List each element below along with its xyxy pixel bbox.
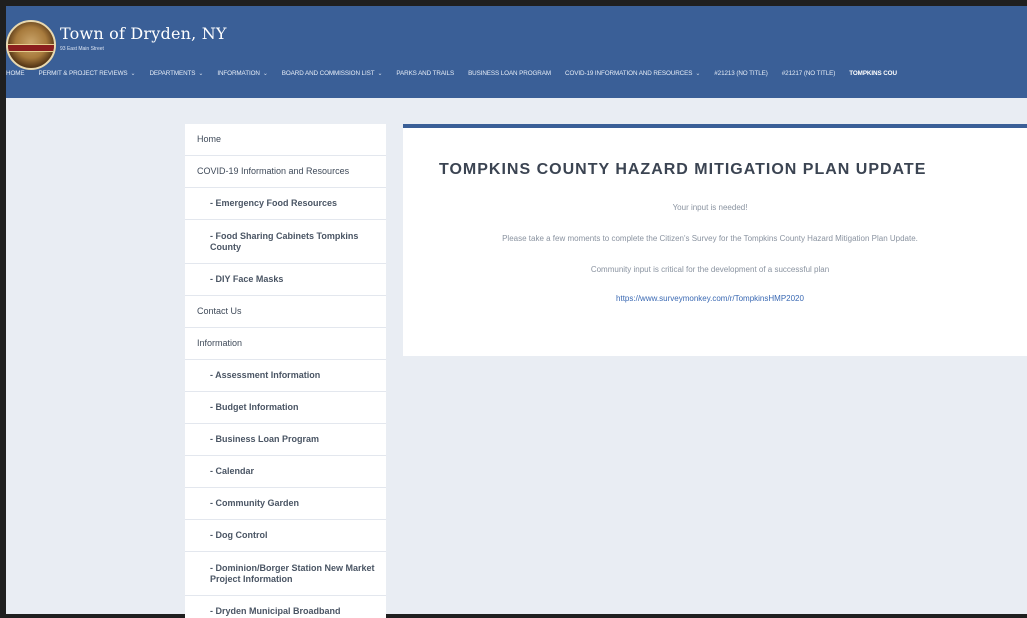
sidebar-item-label: - Assessment Information <box>210 370 321 380</box>
nav-item[interactable]: HOME <box>6 70 25 77</box>
sidebar-item[interactable]: - Food Sharing Cabinets Tompkins County <box>185 220 386 264</box>
nav-item-label: HOME <box>6 69 25 77</box>
sidebar-item[interactable]: - Assessment Information <box>185 360 386 392</box>
sidebar-item[interactable]: - DIY Face Masks <box>185 264 386 296</box>
chevron-down-icon: ⌄ <box>198 70 204 77</box>
chevron-down-icon: ⌄ <box>377 70 383 77</box>
nav-item-label: PARKS AND TRAILS <box>396 69 455 77</box>
sidebar-item[interactable]: - Dog Control <box>185 520 386 552</box>
sidebar-item[interactable]: Home <box>185 124 386 156</box>
site-header: Town of Dryden, NY 93 East Main Street H… <box>6 6 1027 98</box>
sidebar-item[interactable]: - Dryden Municipal Broadband <box>185 596 386 618</box>
sidebar-item-label: - Budget Information <box>210 402 299 412</box>
sidebar-item[interactable]: COVID-19 Information and Resources <box>185 156 386 188</box>
nav-item-label: TOMPKINS COU <box>849 69 897 77</box>
sidebar-item[interactable]: - Community Garden <box>185 488 386 520</box>
sidebar-item-label: - Calendar <box>210 466 255 476</box>
nav-item-label: INFORMATION <box>217 69 260 77</box>
content-card: TOMPKINS COUNTY HAZARD MITIGATION PLAN U… <box>403 124 1027 356</box>
sidebar-item-label: - Community Garden <box>210 498 300 508</box>
sidebar-item[interactable]: - Emergency Food Resources <box>185 188 386 220</box>
nav-item-label: #21213 (NO TITLE) <box>714 69 768 77</box>
nav-item[interactable]: #21217 (NO TITLE) <box>781 69 836 77</box>
sidebar-item[interactable]: - Budget Information <box>185 392 386 424</box>
nav-item-label: COVID-19 INFORMATION AND RESOURCES <box>565 69 693 77</box>
nav-item-label: PERMIT & PROJECT REVIEWS <box>38 69 128 77</box>
chevron-down-icon: ⌄ <box>695 70 701 77</box>
sidebar-item[interactable]: - Business Loan Program <box>185 424 386 456</box>
page-title: TOMPKINS COUNTY HAZARD MITIGATION PLAN U… <box>439 161 927 178</box>
nav-item[interactable]: INFORMATION ⌄ <box>217 69 268 77</box>
nav-item[interactable]: PERMIT & PROJECT REVIEWS ⌄ <box>39 70 136 77</box>
sidebar-item-label: - Dominion/Borger Station New Market Pro… <box>210 562 375 584</box>
nav-item[interactable]: COVID-19 INFORMATION AND RESOURCES ⌄ <box>565 70 700 77</box>
survey-request-text: Please take a few moments to complete th… <box>502 234 918 243</box>
main-nav: HOME PERMIT & PROJECT REVIEWS ⌄ DEPARTMENTS… <box>6 66 1027 80</box>
chevron-down-icon: ⌄ <box>130 70 136 77</box>
sidebar-item-label: - Emergency Food Resources <box>210 198 338 208</box>
nav-item[interactable]: BUSINESS LOAN PROGRAM <box>468 70 551 77</box>
survey-link[interactable]: https://www.surveymonkey.com/r/TompkinsH… <box>616 294 804 303</box>
sidebar-item[interactable]: Information <box>185 328 386 360</box>
nav-item[interactable]: PARKS AND TRAILS <box>396 70 454 77</box>
sidebar-item[interactable]: - Dominion/Borger Station New Market Pro… <box>185 552 386 596</box>
nav-item-label: BOARD AND COMMISSION LIST <box>281 69 375 77</box>
town-seal-icon[interactable] <box>6 20 56 70</box>
sidebar-item-label: Home <box>197 134 222 144</box>
sidebar-item-label: - Food Sharing Cabinets Tompkins County <box>210 230 359 252</box>
sidebar-item-label: - DIY Face Masks <box>210 274 284 284</box>
site-subtitle: 93 East Main Street <box>60 46 104 52</box>
intro-text: Your input is needed! <box>672 203 748 212</box>
sidebar-item-label: COVID-19 Information and Resources <box>197 166 350 176</box>
chevron-down-icon: ⌄ <box>262 70 268 77</box>
sidebar-item[interactable]: - Calendar <box>185 456 386 488</box>
nav-item[interactable]: BOARD AND COMMISSION LIST ⌄ <box>282 70 383 77</box>
nav-item[interactable]: #21213 (NO TITLE) <box>714 69 768 77</box>
sidebar-item[interactable]: Contact Us <box>185 296 386 328</box>
sidebar-item-label: Contact Us <box>197 306 242 316</box>
nav-item[interactable]: DEPARTMENTS ⌄ <box>149 70 203 77</box>
sidebar-menu: Home COVID-19 Information and Resources - … <box>185 124 386 618</box>
site-title[interactable]: Town of Dryden, NY <box>60 24 227 43</box>
sidebar-item-label: Information <box>197 338 243 348</box>
sidebar-item-label: - Dryden Municipal Broadband <box>210 606 341 616</box>
nav-item-label: #21217 (NO TITLE) <box>781 69 836 77</box>
sidebar-item-label: - Dog Control <box>210 530 268 540</box>
nav-item[interactable]: TOMPKINS COU <box>849 70 897 77</box>
nav-item-label: DEPARTMENTS <box>149 69 196 77</box>
community-input-text: Community input is critical for the deve… <box>590 265 830 274</box>
nav-item-label: BUSINESS LOAN PROGRAM <box>468 69 551 77</box>
sidebar-item-label: - Business Loan Program <box>210 434 320 444</box>
